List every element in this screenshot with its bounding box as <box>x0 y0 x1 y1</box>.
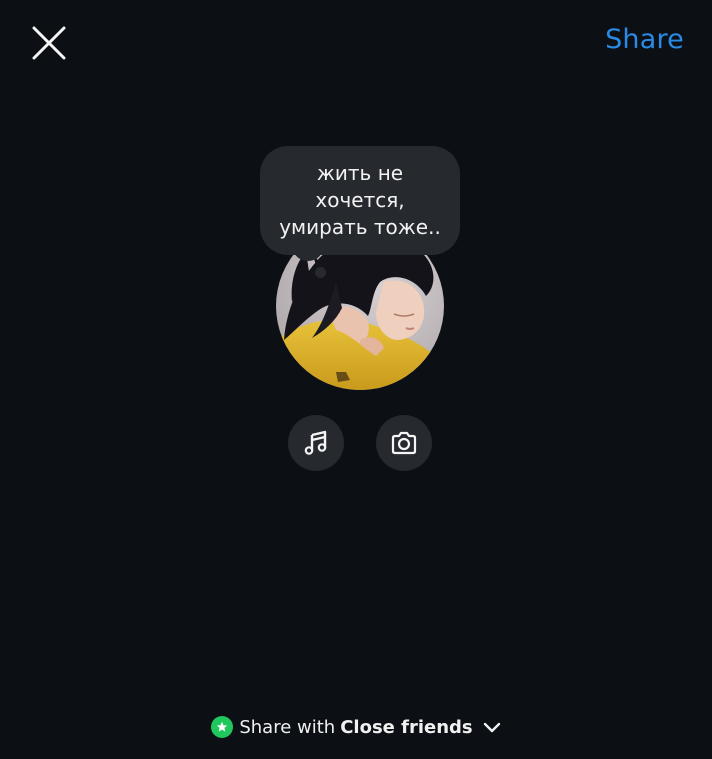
audience-selector[interactable]: Share with Close friends <box>0 716 712 738</box>
close-icon <box>32 26 66 60</box>
share-button[interactable]: Share <box>605 24 684 55</box>
note-text: жить не хочется, умирать тоже.. <box>279 161 441 239</box>
close-friends-badge <box>211 716 234 738</box>
star-icon <box>217 721 228 732</box>
chevron-down-icon <box>483 721 501 733</box>
camera-button[interactable] <box>376 415 432 471</box>
add-music-button[interactable] <box>288 415 344 471</box>
note-bubble-tail-dot <box>315 267 326 278</box>
audience-prefix: Share with <box>239 716 336 738</box>
audience-group: Close friends <box>340 716 473 738</box>
camera-icon <box>391 431 417 455</box>
close-button[interactable] <box>26 20 72 66</box>
note-bubble[interactable]: жить не хочется, умирать тоже.. <box>260 146 460 255</box>
music-note-icon <box>304 430 327 455</box>
